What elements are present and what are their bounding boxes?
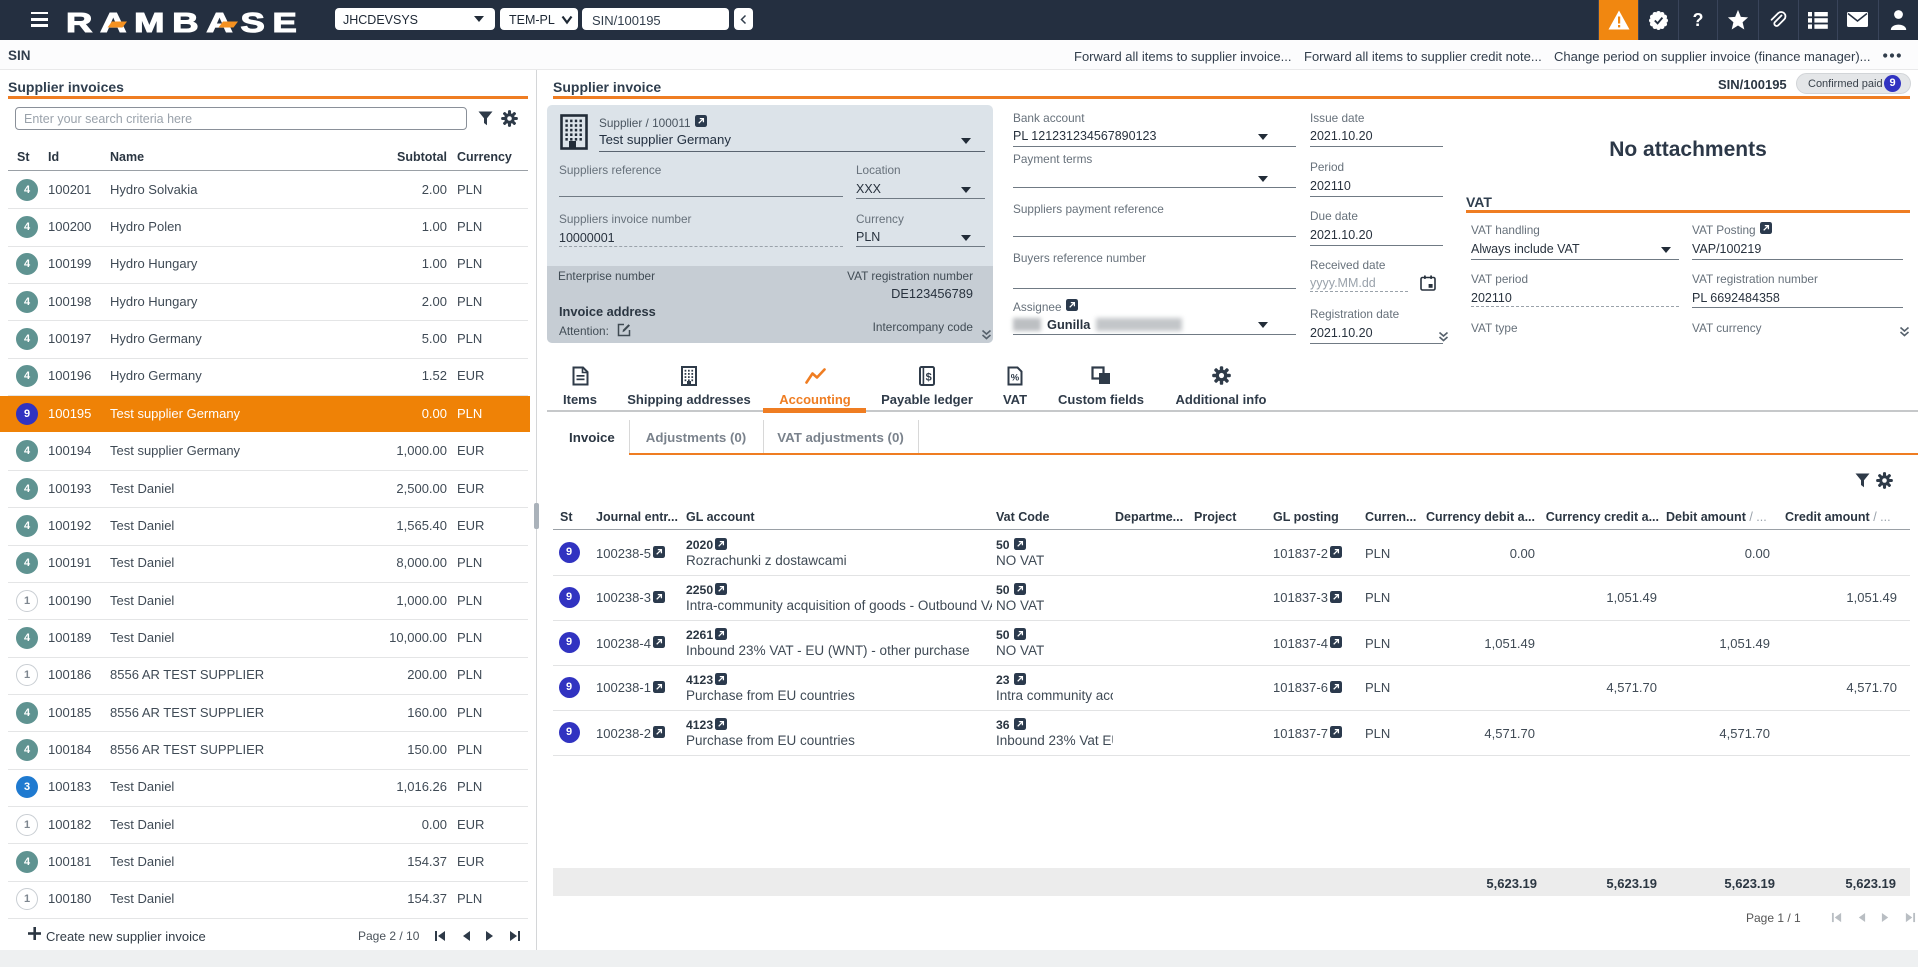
svg-text:%: % [1011,373,1020,384]
svg-text:$: $ [926,372,932,384]
